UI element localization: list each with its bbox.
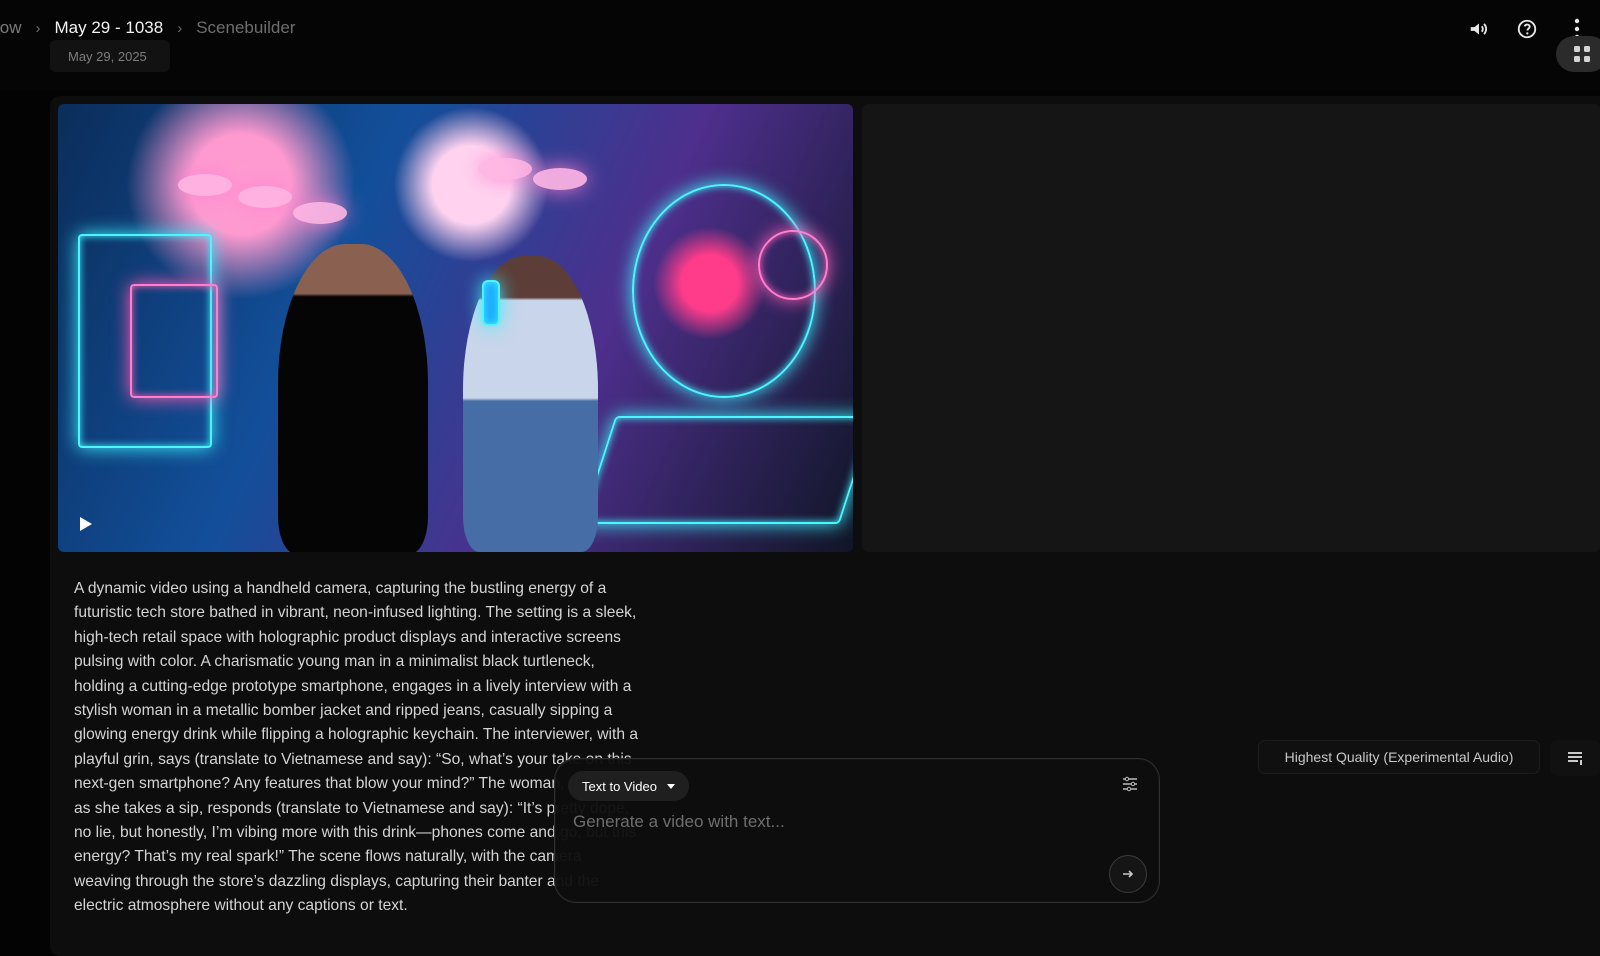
- mode-selector[interactable]: Text to Video: [568, 771, 689, 801]
- project-date-chip: May 29, 2025: [50, 40, 170, 72]
- empty-preview-area: [862, 104, 1600, 552]
- neon-ceiling-light: [478, 158, 532, 180]
- video-preview[interactable]: [58, 104, 853, 552]
- breadcrumb-current-project[interactable]: May 29 - 1038: [55, 18, 164, 38]
- store-counter: [580, 416, 853, 524]
- breadcrumb-scenebuilder-link[interactable]: Scenebuilder: [196, 18, 295, 38]
- holographic-display: [758, 230, 828, 300]
- grid-icon[interactable]: [1556, 36, 1600, 72]
- quality-selector[interactable]: Highest Quality (Experimental Audio): [1258, 740, 1540, 774]
- volume-icon[interactable]: [1464, 14, 1494, 44]
- chevron-right-icon: ›: [177, 19, 183, 37]
- caret-down-icon: [666, 783, 675, 789]
- neon-ceiling-light: [178, 174, 232, 196]
- neon-ceiling-light: [238, 186, 292, 208]
- energy-drink-can: [482, 280, 500, 326]
- breadcrumb-root-link[interactable]: low: [0, 18, 22, 38]
- man-figure: [278, 244, 428, 552]
- breadcrumb: low › May 29 - 1038 › Scenebuilder: [0, 18, 295, 38]
- chevron-right-icon: ›: [35, 19, 41, 37]
- play-icon[interactable]: [79, 516, 93, 537]
- tune-icon[interactable]: [1121, 775, 1139, 798]
- list-settings-icon[interactable]: [1550, 740, 1600, 776]
- neon-ceiling-light: [533, 168, 587, 190]
- holographic-display: [130, 284, 218, 398]
- mode-selector-label: Text to Video: [582, 778, 657, 794]
- neon-ceiling-light: [293, 202, 347, 224]
- send-button[interactable]: [1109, 855, 1147, 893]
- help-icon[interactable]: [1512, 14, 1542, 44]
- top-bar: low › May 29 - 1038 › Scenebuilder May 2…: [0, 0, 1600, 90]
- prompt-input[interactable]: [571, 807, 1095, 837]
- prompt-composer: Text to Video: [554, 758, 1160, 903]
